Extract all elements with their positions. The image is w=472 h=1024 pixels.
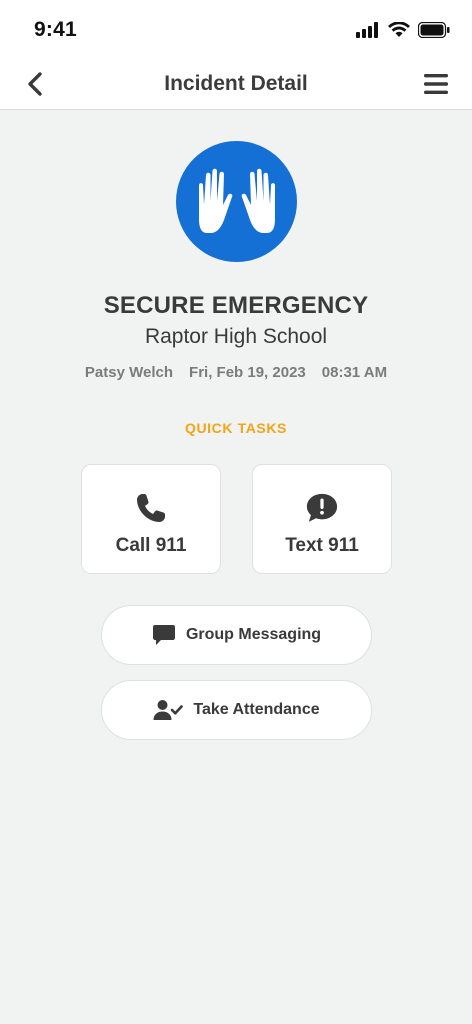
user-check-icon <box>153 699 184 721</box>
signal-icon <box>356 22 378 38</box>
incident-meta: Patsy Welch Fri, Feb 19, 2023 08:31 AM <box>0 364 472 381</box>
incident-type-title: SECURE EMERGENCY <box>103 292 369 319</box>
menu-button[interactable] <box>422 72 450 96</box>
take-attendance-button[interactable]: Take Attendance <box>101 680 372 740</box>
incident-time: 08:31 AM <box>321 364 388 381</box>
hamburger-menu-icon <box>424 74 448 94</box>
call-911-label: Call 911 <box>115 535 187 556</box>
text-911-label: Text 911 <box>285 535 359 556</box>
page-title: Incident Detail <box>164 72 308 95</box>
raised-hands-icon <box>198 168 275 233</box>
wifi-icon <box>388 22 410 37</box>
text-911-button[interactable]: Text 911 <box>252 464 392 574</box>
incident-date: Fri, Feb 19, 2023 <box>189 364 306 381</box>
take-attendance-label: Take Attendance <box>193 701 320 718</box>
nav-bar: Incident Detail <box>0 58 472 110</box>
quick-tasks-heading: QUICK TASKS <box>184 420 287 436</box>
group-messaging-button[interactable]: Group Messaging <box>101 605 372 665</box>
incident-school-name: Raptor High School <box>144 325 328 348</box>
status-icons <box>356 22 450 38</box>
status-time: 9:41 <box>34 18 77 41</box>
call-911-button[interactable]: Call 911 <box>81 464 221 574</box>
battery-icon <box>418 22 450 38</box>
chat-bubble-icon <box>152 624 176 646</box>
message-alert-icon <box>305 491 339 525</box>
incident-reporter: Patsy Welch <box>84 364 174 381</box>
group-messaging-label: Group Messaging <box>185 626 322 643</box>
incident-type-badge <box>176 141 297 262</box>
status-bar: 9:41 <box>0 0 472 58</box>
phone-icon <box>134 491 168 525</box>
